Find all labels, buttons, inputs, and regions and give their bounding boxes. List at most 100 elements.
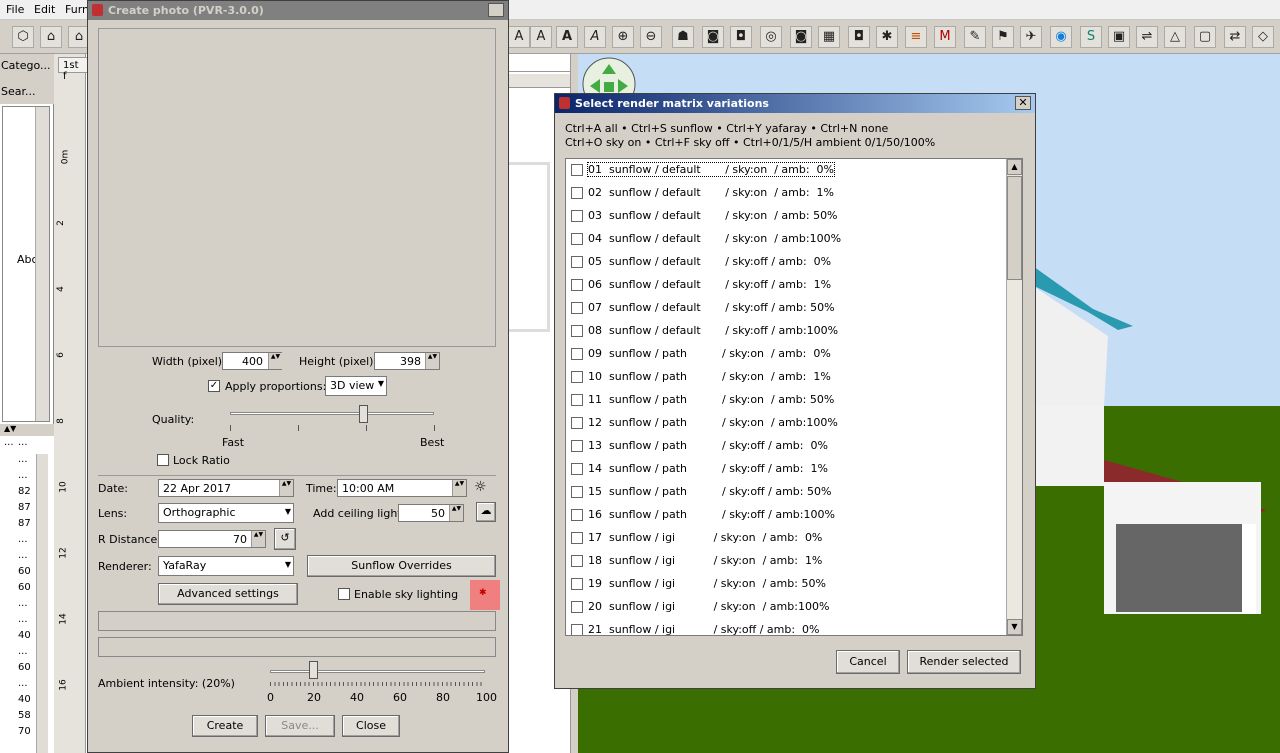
- list-scrollbar[interactable]: [35, 107, 49, 421]
- photo-close-icon[interactable]: ✕: [488, 3, 504, 17]
- sun-icon[interactable]: ☼: [474, 479, 487, 495]
- sunflow-overrides-button[interactable]: Sunflow Overrides: [307, 555, 496, 577]
- plugin-icon[interactable]: ☗: [672, 26, 694, 48]
- width-spinner-icon[interactable]: ▲▼: [268, 353, 282, 369]
- table-row[interactable]: 60: [18, 566, 31, 577]
- variation-list-scrollbar[interactable]: ▲ ▼: [1006, 159, 1022, 635]
- layers-icon[interactable]: ≡: [905, 26, 927, 48]
- table-row[interactable]: ...: [18, 598, 28, 609]
- table-row[interactable]: 87: [18, 502, 31, 513]
- r-distance-spinner-icon[interactable]: ▲▼: [251, 531, 265, 547]
- list-item[interactable]: 01 sunflow / default / sky:on / amb: 0%: [566, 159, 1006, 182]
- apply-proportions-checkbox[interactable]: ✓: [208, 380, 220, 392]
- refresh-icon[interactable]: ↺: [274, 528, 296, 550]
- list-item[interactable]: 19 sunflow / igi / sky:on / amb: 50%: [566, 573, 1006, 596]
- furniture-table[interactable]: ... ... ...... 82 87 87...... 60 60...... 40..…: [0, 436, 54, 753]
- variation-checkbox[interactable]: [571, 302, 583, 314]
- close-button[interactable]: Close: [342, 715, 400, 737]
- m-icon[interactable]: M: [934, 26, 956, 48]
- furniture-list[interactable]: Abc: [2, 106, 50, 422]
- time-field[interactable]: 10:00 AM: [337, 479, 467, 497]
- list-item[interactable]: 13 sunflow / path / sky:off / amb: 0%: [566, 435, 1006, 458]
- variation-checkbox[interactable]: [571, 578, 583, 590]
- text-style-icon[interactable]: A: [508, 26, 530, 48]
- stamp-icon[interactable]: ⚑: [992, 26, 1014, 48]
- table-row[interactable]: ...: [18, 534, 28, 545]
- list-item[interactable]: 03 sunflow / default / sky:on / amb: 50%: [566, 205, 1006, 228]
- list-item[interactable]: 18 sunflow / igi / sky:on / amb: 1%: [566, 550, 1006, 573]
- render-selected-button[interactable]: Render selected: [907, 650, 1021, 674]
- ambient-slider-track[interactable]: [270, 670, 485, 673]
- scroll-down-icon[interactable]: ▼: [1007, 619, 1022, 635]
- new-home-icon[interactable]: ⬡: [12, 26, 34, 48]
- video2-icon[interactable]: ◘: [848, 26, 870, 48]
- camera-icon[interactable]: ◙: [702, 26, 724, 48]
- variation-checkbox[interactable]: [571, 440, 583, 452]
- variation-checkbox[interactable]: [571, 486, 583, 498]
- table-row[interactable]: ...: [18, 470, 28, 481]
- variation-checkbox[interactable]: [571, 279, 583, 291]
- list-item[interactable]: 16 sunflow / path / sky:off / amb:100%: [566, 504, 1006, 527]
- variation-checkbox[interactable]: [571, 601, 583, 613]
- table-row[interactable]: 70: [18, 726, 31, 737]
- table-row[interactable]: 40: [18, 630, 31, 641]
- italic-text-icon[interactable]: A: [584, 26, 606, 48]
- list-item[interactable]: 06 sunflow / default / sky:off / amb: 1%: [566, 274, 1006, 297]
- list-item[interactable]: 11 sunflow / path / sky:on / amb: 50%: [566, 389, 1006, 412]
- variation-checkbox[interactable]: [571, 463, 583, 475]
- category-label[interactable]: Catego...: [1, 59, 51, 72]
- view-select[interactable]: 3D view ▼: [325, 376, 387, 396]
- table-row[interactable]: 60: [18, 582, 31, 593]
- list-item[interactable]: 15 sunflow / path / sky:off / amb: 50%: [566, 481, 1006, 504]
- height-spinner-icon[interactable]: ▲▼: [425, 353, 439, 369]
- photo-titlebar[interactable]: Create photo (PVR-3.0.0) ✕: [88, 1, 508, 20]
- list-item[interactable]: 02 sunflow / default / sky:on / amb: 1%: [566, 182, 1006, 205]
- satellite-icon[interactable]: ✈: [1020, 26, 1042, 48]
- lock-ratio-checkbox[interactable]: [157, 454, 169, 466]
- table-header[interactable]: ...: [4, 437, 14, 448]
- list-item[interactable]: 10 sunflow / path / sky:on / amb: 1%: [566, 366, 1006, 389]
- text-size-icon[interactable]: A: [530, 26, 552, 48]
- variation-checkbox[interactable]: [571, 394, 583, 406]
- tab-first-floor[interactable]: 1st f: [58, 57, 88, 82]
- time-spinner-icon[interactable]: ▲▼: [452, 480, 466, 496]
- r-distance-field[interactable]: 70: [158, 530, 266, 548]
- table-row[interactable]: 87: [18, 518, 31, 529]
- list-item[interactable]: 17 sunflow / igi / sky:on / amb: 0%: [566, 527, 1006, 550]
- list-item[interactable]: 05 sunflow / default / sky:off / amb: 0%: [566, 251, 1006, 274]
- list-item[interactable]: 09 sunflow / path / sky:on / amb: 0%: [566, 343, 1006, 366]
- date-field[interactable]: 22 Apr 2017: [158, 479, 294, 497]
- table-row[interactable]: ...: [18, 646, 28, 657]
- variation-checkbox[interactable]: [571, 325, 583, 337]
- chip-icon[interactable]: ▣: [1108, 26, 1130, 48]
- s-icon[interactable]: S: [1080, 26, 1102, 48]
- variation-checkbox[interactable]: [571, 417, 583, 429]
- ceiling-spinner-icon[interactable]: ▲▼: [449, 505, 463, 521]
- matrix-close-icon[interactable]: ✕: [1015, 96, 1031, 110]
- list-item[interactable]: 21 sunflow / igi / sky:off / amb: 0%: [566, 619, 1006, 635]
- swap-icon[interactable]: ⇄: [1224, 26, 1246, 48]
- matrix-render-highlight[interactable]: ✱: [470, 580, 500, 610]
- table-row[interactable]: 40: [18, 694, 31, 705]
- table-row[interactable]: ...: [18, 454, 28, 465]
- list-item[interactable]: 14 sunflow / path / sky:off / amb: 1%: [566, 458, 1006, 481]
- list-item[interactable]: 07 sunflow / default / sky:off / amb: 50…: [566, 297, 1006, 320]
- nav-center-icon[interactable]: [604, 82, 614, 92]
- variation-checkbox[interactable]: [571, 532, 583, 544]
- variation-checkbox[interactable]: [571, 256, 583, 268]
- share-icon[interactable]: ◉: [1050, 26, 1072, 48]
- variation-checkbox[interactable]: [571, 164, 583, 176]
- scroll-thumb[interactable]: [1007, 176, 1022, 280]
- frame-icon[interactable]: ▢: [1194, 26, 1216, 48]
- variation-checkbox[interactable]: [571, 371, 583, 383]
- table-scrollbar[interactable]: [36, 454, 48, 753]
- variation-checkbox[interactable]: [571, 233, 583, 245]
- variation-checkbox[interactable]: [571, 624, 583, 635]
- menu-furniture[interactable]: Furn: [65, 3, 89, 16]
- renderer-select[interactable]: YafaRay ▼: [158, 556, 294, 576]
- ambient-slider-thumb[interactable]: [309, 661, 318, 679]
- bold-text-icon[interactable]: A: [556, 26, 578, 48]
- table-row[interactable]: ...: [18, 678, 28, 689]
- advanced-settings-button[interactable]: Advanced settings: [158, 583, 298, 605]
- quality-slider-thumb[interactable]: [358, 405, 368, 423]
